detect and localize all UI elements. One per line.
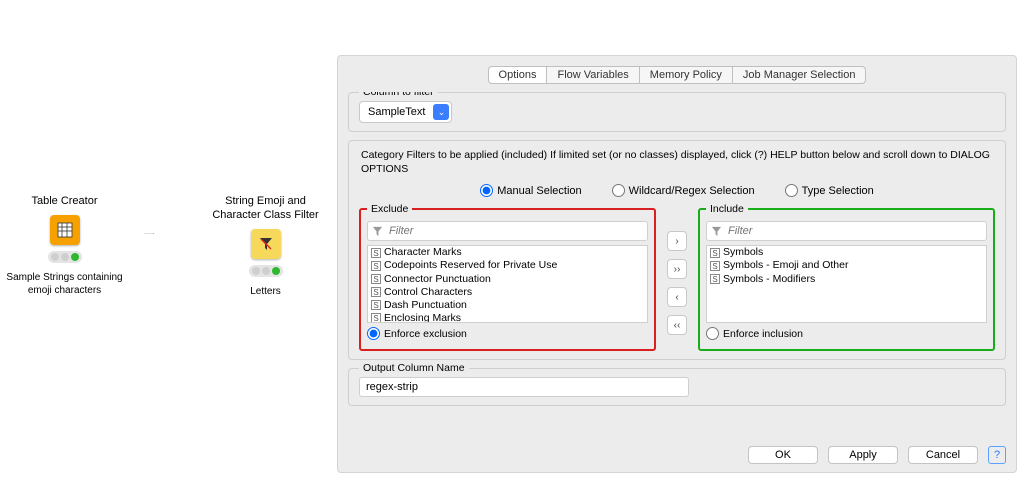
- cancel-button[interactable]: Cancel: [908, 446, 978, 464]
- exclude-filter[interactable]: [367, 221, 648, 241]
- ok-button[interactable]: OK: [748, 446, 818, 464]
- list-item: SSymbols - Modifiers: [707, 273, 986, 286]
- include-panel: Include SSymbols SSymbols - Emoji and Ot…: [698, 203, 995, 351]
- tab-flow-variables[interactable]: Flow Variables: [547, 66, 639, 84]
- column-filter-group: Column to filter SampleText ⌄: [348, 92, 1006, 132]
- funnel-icon: [711, 226, 722, 237]
- move-all-right-button[interactable]: ››: [667, 259, 687, 279]
- node-status-lights: [48, 251, 82, 263]
- list-item: SSymbols - Emoji and Other: [707, 259, 986, 272]
- node-title: Table Creator: [31, 195, 97, 209]
- selection-mode-radios: Manual Selection Wildcard/Regex Selectio…: [359, 184, 995, 197]
- list-item: SConnector Punctuation: [368, 273, 647, 286]
- enforce-exclusion[interactable]: Enforce exclusion: [367, 327, 467, 340]
- include-filter[interactable]: [706, 221, 987, 241]
- column-select[interactable]: SampleText ⌄: [359, 101, 452, 123]
- move-right-button[interactable]: ›: [667, 231, 687, 251]
- list-item: SEnclosing Marks: [368, 312, 647, 323]
- list-item: SDash Punctuation: [368, 299, 647, 312]
- node-subtitle: Sample Strings containing emoji characte…: [0, 271, 129, 297]
- list-item: SControl Characters: [368, 286, 647, 299]
- group-title: Column to filter: [359, 92, 438, 98]
- group-title: Output Column Name: [359, 362, 469, 374]
- list-item: SSymbols: [707, 246, 986, 259]
- exclude-listbox[interactable]: SCharacter Marks SCodepoints Reserved fo…: [367, 245, 648, 323]
- move-left-button[interactable]: ‹: [667, 287, 687, 307]
- radio-wildcard[interactable]: Wildcard/Regex Selection: [612, 184, 755, 197]
- node-subtitle: Letters: [250, 285, 281, 298]
- config-dialog: Options Flow Variables Memory Policy Job…: [337, 55, 1017, 473]
- dialog-button-bar: OK Apply Cancel ?: [338, 440, 1016, 472]
- apply-button[interactable]: Apply: [828, 446, 898, 464]
- output-column-input[interactable]: [359, 377, 689, 397]
- tab-memory-policy[interactable]: Memory Policy: [640, 66, 733, 84]
- workflow-canvas: Table Creator Sample Strings containing …: [0, 195, 330, 298]
- include-legend: Include: [706, 203, 748, 215]
- output-column-group: Output Column Name: [348, 368, 1006, 406]
- filter-icon: [251, 229, 281, 259]
- help-button[interactable]: ?: [988, 446, 1006, 464]
- exclude-panel: Exclude SCharacter Marks SCodepoints Res…: [359, 203, 656, 351]
- list-item: SCodepoints Reserved for Private Use: [368, 259, 647, 272]
- funnel-icon: [372, 226, 383, 237]
- tab-job-manager[interactable]: Job Manager Selection: [733, 66, 867, 84]
- exclude-legend: Exclude: [367, 203, 412, 215]
- list-item: SCharacter Marks: [368, 246, 647, 259]
- table-icon: [50, 215, 80, 245]
- category-filters-group: Category Filters to be applied (included…: [348, 140, 1006, 360]
- include-listbox[interactable]: SSymbols SSymbols - Emoji and Other SSym…: [706, 245, 987, 323]
- node-string-emoji-filter[interactable]: String Emoji and Character Class Filter …: [201, 195, 330, 298]
- tab-options[interactable]: Options: [488, 66, 548, 84]
- radio-type[interactable]: Type Selection: [785, 184, 874, 197]
- help-text: Category Filters to be applied (included…: [359, 145, 995, 184]
- column-select-value: SampleText: [368, 106, 425, 118]
- transfer-buttons: › ›› ‹ ‹‹: [662, 203, 692, 335]
- move-all-left-button[interactable]: ‹‹: [667, 315, 687, 335]
- radio-manual[interactable]: Manual Selection: [480, 184, 581, 197]
- node-status-lights: [249, 265, 283, 277]
- tab-bar: Options Flow Variables Memory Policy Job…: [338, 56, 1016, 92]
- exclude-filter-input[interactable]: [387, 224, 643, 238]
- chevron-down-icon: ⌄: [433, 104, 449, 120]
- node-table-creator[interactable]: Table Creator Sample Strings containing …: [0, 195, 129, 297]
- enforce-inclusion[interactable]: Enforce inclusion: [706, 327, 803, 340]
- connector-arrow: [108, 233, 190, 234]
- include-filter-input[interactable]: [726, 224, 982, 238]
- node-title: String Emoji and Character Class Filter: [201, 195, 330, 223]
